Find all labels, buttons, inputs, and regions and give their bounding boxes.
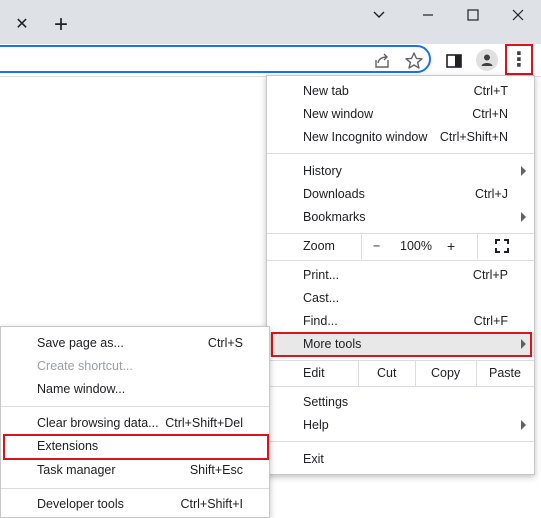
menu-item-shortcut: Ctrl+J <box>475 187 508 201</box>
menu-item-new-tab[interactable]: New tab Ctrl+T <box>267 80 534 103</box>
menu-separator <box>267 153 534 154</box>
menu-item-clear-browsing-data[interactable]: Clear browsing data... Ctrl+Shift+Del <box>1 412 269 435</box>
menu-item-extensions[interactable]: Extensions <box>1 435 269 458</box>
menu-item-shortcut: Ctrl+S <box>207 336 243 350</box>
menu-item-label: Downloads <box>303 187 365 201</box>
menu-item-label: Help <box>303 418 329 432</box>
tab-search-chevron-icon[interactable] <box>364 4 394 26</box>
share-icon[interactable] <box>372 51 392 71</box>
menu-separator <box>267 260 534 261</box>
cut-button[interactable]: Cut <box>377 366 396 380</box>
zoom-level: 100% <box>400 239 432 253</box>
zoom-label: Zoom <box>303 239 335 253</box>
menu-separator <box>1 488 269 489</box>
menu-item-shortcut: Ctrl+Shift+Del <box>165 416 243 430</box>
menu-item-more-tools[interactable]: More tools <box>267 333 534 356</box>
menu-item-create-shortcut: Create shortcut... <box>1 355 269 378</box>
menu-separator <box>267 441 534 442</box>
menu-item-downloads[interactable]: Downloads Ctrl+J <box>267 183 534 206</box>
edit-divider <box>476 361 477 386</box>
menu-item-developer-tools[interactable]: Developer tools Ctrl+Shift+I <box>1 493 269 516</box>
menu-item-find[interactable]: Find... Ctrl+F <box>267 310 534 333</box>
chrome-main-menu: New tab Ctrl+T New window Ctrl+N New Inc… <box>266 75 535 475</box>
menu-separator <box>267 386 534 387</box>
menu-item-shortcut: Shift+Esc <box>189 463 243 477</box>
menu-item-label: Task manager <box>37 463 116 477</box>
menu-item-label: Create shortcut... <box>37 359 133 373</box>
bookmark-star-icon[interactable] <box>404 51 424 71</box>
menu-item-label: History <box>303 164 342 178</box>
customize-menu-button[interactable]: ⋮ <box>505 44 533 75</box>
kebab-menu-icon: ⋮ <box>509 49 529 71</box>
menu-item-cast[interactable]: Cast... <box>267 287 534 310</box>
menu-item-label: Save page as... <box>37 336 124 350</box>
menu-item-bookmarks[interactable]: Bookmarks <box>267 206 534 229</box>
menu-item-label: Settings <box>303 395 349 409</box>
menu-item-settings[interactable]: Settings <box>267 391 534 414</box>
submenu-arrow-icon <box>521 420 526 430</box>
menu-item-task-manager[interactable]: Task manager Shift+Esc <box>1 459 269 482</box>
zoom-divider <box>361 234 362 259</box>
menu-item-label: Clear browsing data... <box>37 416 159 430</box>
tab-close-button[interactable]: ✕ <box>10 12 34 36</box>
menu-item-label: Cast... <box>303 291 340 305</box>
menu-item-label: Extensions <box>37 439 99 453</box>
edit-label: Edit <box>303 366 325 380</box>
submenu-arrow-icon <box>521 166 526 176</box>
copy-button[interactable]: Copy <box>431 366 460 380</box>
menu-item-label: Print... <box>303 268 340 282</box>
side-panel-icon[interactable] <box>444 51 464 71</box>
submenu-arrow-icon <box>521 212 526 222</box>
maximize-button[interactable] <box>458 4 488 26</box>
paste-button[interactable]: Paste <box>489 366 521 380</box>
menu-item-print[interactable]: Print... Ctrl+P <box>267 264 534 287</box>
window-close-button[interactable] <box>503 4 533 26</box>
zoom-row: Zoom − 100% + <box>267 234 534 259</box>
menu-item-label: New Incognito window <box>303 130 428 144</box>
menu-item-name-window[interactable]: Name window... <box>1 378 269 401</box>
menu-item-exit[interactable]: Exit <box>267 448 534 471</box>
edit-divider <box>415 361 416 386</box>
address-bar[interactable] <box>0 45 431 73</box>
menu-item-label: New tab <box>303 84 349 98</box>
zoom-divider <box>477 234 478 259</box>
submenu-arrow-icon <box>521 339 526 349</box>
menu-item-help[interactable]: Help <box>267 414 534 437</box>
profile-avatar-icon[interactable] <box>476 49 498 71</box>
menu-item-shortcut: Ctrl+F <box>473 314 508 328</box>
new-tab-button[interactable]: + <box>48 11 74 38</box>
menu-item-shortcut: Ctrl+Shift+I <box>180 497 243 511</box>
menu-item-label: Exit <box>303 452 324 466</box>
edit-divider <box>358 361 359 386</box>
fullscreen-icon[interactable] <box>495 239 509 256</box>
menu-item-label: Name window... <box>37 382 126 396</box>
menu-item-label: Find... <box>303 314 338 328</box>
menu-item-save-page[interactable]: Save page as... Ctrl+S <box>1 332 269 355</box>
menu-item-history[interactable]: History <box>267 160 534 183</box>
more-tools-submenu: Save page as... Ctrl+S Create shortcut..… <box>0 326 270 518</box>
menu-item-shortcut: Ctrl+T <box>473 84 508 98</box>
menu-item-new-incognito-window[interactable]: New Incognito window Ctrl+Shift+N <box>267 126 534 149</box>
menu-item-label: More tools <box>303 337 362 351</box>
zoom-out-button[interactable]: − <box>373 239 380 253</box>
menu-item-label: New window <box>303 107 374 121</box>
menu-separator <box>1 406 269 407</box>
menu-item-label: Developer tools <box>37 497 124 511</box>
menu-item-shortcut: Ctrl+P <box>472 268 508 282</box>
zoom-in-button[interactable]: + <box>447 238 455 254</box>
menu-item-new-window[interactable]: New window Ctrl+N <box>267 103 534 126</box>
edit-row: Edit Cut Copy Paste <box>267 361 534 386</box>
menu-item-shortcut: Ctrl+N <box>472 107 508 121</box>
menu-item-shortcut: Ctrl+Shift+N <box>439 130 508 144</box>
minimize-button[interactable] <box>413 4 443 26</box>
menu-item-label: Bookmarks <box>303 210 366 224</box>
